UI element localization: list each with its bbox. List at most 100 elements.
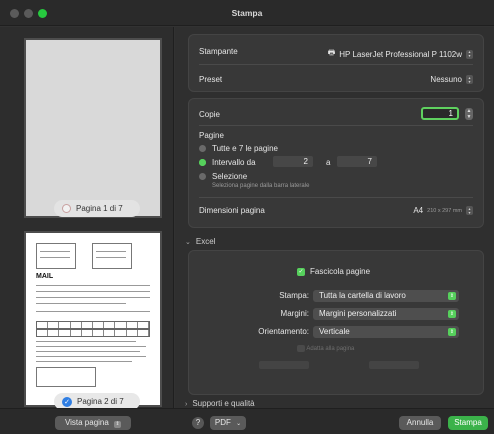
doc-notes-box (36, 367, 96, 387)
fit-height-field (369, 361, 419, 369)
page-view-button[interactable]: Vista pagina ⇕ (55, 416, 131, 430)
doc-form-box-right (92, 243, 132, 269)
help-button[interactable]: ? (192, 417, 204, 429)
range-from-input[interactable]: 2 (273, 156, 313, 167)
orientation-value: Verticale (319, 327, 350, 336)
pages-selection-label: Selezione (212, 172, 248, 181)
doc-line (36, 311, 150, 312)
pages-range-label: Intervallo da (212, 158, 256, 167)
pages-all-option[interactable]: Tutte e 7 le pagine (199, 144, 473, 153)
doc-line (40, 251, 70, 252)
doc-line (36, 346, 146, 347)
page-2-badge[interactable]: ✓ Pagina 2 di 7 (54, 393, 140, 408)
cancel-button[interactable]: Annulla (399, 416, 441, 430)
page-1-label: Pagina 1 di 7 (76, 204, 123, 213)
printer-icon: 🖶 (327, 48, 336, 57)
page-view-label: Vista pagina (64, 418, 109, 427)
doc-line (40, 257, 70, 258)
paper-size-detail: 210 x 297 mm (427, 207, 462, 214)
printer-select[interactable]: 🖶 HP LaserJet Professional P 1102w ▴ ▾ (328, 47, 473, 61)
fit-to-page-option: Adatta alla pagina (297, 345, 354, 352)
doc-line (36, 303, 126, 304)
chevron-updown-icon: ⇕ (448, 328, 456, 336)
chevron-updown-icon: ▴ ▾ (466, 75, 473, 84)
range-to-input[interactable]: 7 (337, 156, 377, 167)
printer-row[interactable]: Stampante 🖶 HP LaserJet Professional P 1… (199, 47, 473, 59)
collate-label: Fascicola pagine (310, 267, 371, 276)
range-to-label: a (326, 158, 331, 167)
doc-line (36, 351, 140, 352)
page-thumbnail-2[interactable]: MAIL (24, 231, 162, 407)
chevron-updown-icon: ▴ ▾ (466, 206, 473, 215)
chevron-updown-icon: ⇕ (114, 421, 122, 428)
preset-value: Nessuno (430, 75, 462, 84)
pages-all-radio[interactable] (199, 145, 206, 153)
printer-value: HP LaserJet Professional P 1102w (339, 49, 462, 59)
pages-label: Pagine (199, 131, 224, 140)
doc-line (36, 356, 146, 357)
doc-line (36, 297, 150, 298)
chevron-updown-icon: ⇕ (448, 310, 456, 318)
doc-line (36, 291, 150, 292)
doc-form-box-left (36, 243, 76, 269)
copies-label: Copie (199, 110, 220, 119)
title-bar: Stampa (0, 0, 494, 26)
chevron-down-icon: ⌄ (236, 421, 242, 427)
page-thumbnail-1[interactable] (24, 38, 162, 218)
pdf-label: PDF (214, 418, 231, 427)
fit-width-field (259, 361, 309, 369)
settings-panel: Stampante 🖶 HP LaserJet Professional P 1… (175, 27, 494, 408)
orientation-label: Orientamento: (258, 327, 309, 336)
pages-range-radio[interactable] (199, 159, 206, 167)
copies-stepper[interactable]: ▲ ▼ (465, 108, 473, 120)
preset-select[interactable]: Nessuno ▴ ▾ (430, 75, 473, 84)
quality-section-label: Supporti e qualità (192, 399, 255, 408)
excel-section-toggle[interactable]: ⌄ Excel (185, 237, 215, 246)
pages-selection-radio[interactable] (199, 173, 206, 181)
divider (199, 197, 473, 198)
pages-range-option[interactable]: Intervallo da 2 a 7 (199, 156, 473, 167)
print-scope-value: Tutta la cartella di lavoro (319, 291, 406, 300)
collate-option[interactable]: ✓ Fascicola pagine (297, 267, 370, 276)
paper-size-row[interactable]: Dimensioni pagina A4 210 x 297 mm ▴ ▾ (199, 206, 473, 215)
excel-options-group: ✓ Fascicola pagine Stampa: Tutta la carte… (188, 250, 484, 395)
page-1-badge[interactable]: Pagina 1 di 7 (54, 200, 140, 217)
doc-table (36, 321, 150, 329)
bottom-bar: Vista pagina ⇕ ? PDF ⌄ Annulla Stampa (0, 408, 494, 434)
print-button[interactable]: Stampa (448, 416, 488, 430)
paper-size-value: A4 (413, 206, 424, 215)
window-title: Stampa (231, 8, 263, 18)
checkmark-icon[interactable]: ✓ (62, 396, 72, 407)
pages-all-label: Tutte e 7 le pagine (212, 144, 278, 153)
preset-row[interactable]: Preset Nessuno ▴ ▾ (199, 75, 473, 84)
copies-input[interactable]: 1 (421, 107, 459, 120)
pdf-menu-button[interactable]: PDF ⌄ (210, 416, 246, 430)
chevron-updown-icon: ▴ ▾ (466, 49, 473, 59)
page-1-select-radio[interactable] (62, 204, 71, 213)
margins-select[interactable]: Margini personalizzati ⇕ (313, 308, 459, 320)
orientation-select[interactable]: Verticale ⇕ (313, 326, 459, 338)
doc-line (96, 257, 126, 258)
preview-sidebar[interactable]: Pagina 1 di 7 MAIL ✓ Pagina 2 di 7 (0, 27, 174, 408)
paper-size-select[interactable]: A4 210 x 297 mm ▴ ▾ (413, 206, 473, 215)
excel-section-label: Excel (195, 237, 216, 246)
collate-checkbox[interactable]: ✓ (297, 267, 305, 276)
printer-group: Stampante 🖶 HP LaserJet Professional P 1… (188, 34, 484, 92)
preset-label: Preset (199, 75, 223, 84)
pages-selection-option[interactable]: Selezione (199, 172, 473, 181)
margins-label: Margini: (280, 309, 309, 318)
fit-to-page-checkbox (297, 345, 305, 352)
fit-to-page-label: Adatta alla pagina (306, 346, 355, 353)
printer-label: Stampante (199, 47, 238, 56)
page-2-label: Pagina 2 di 7 (77, 397, 124, 406)
print-dialog: Stampa Pagina 1 di 7 MAIL ✓ Pagina 2 di … (0, 0, 494, 434)
doc-line (96, 251, 126, 252)
print-scope-select[interactable]: Tutta la cartella di lavoro ⇕ (313, 290, 459, 302)
margins-value: Margini personalizzati (319, 309, 397, 318)
paper-size-label: Dimensioni pagina (199, 206, 265, 215)
divider (199, 125, 473, 126)
doc-line (36, 285, 150, 286)
doc-line (36, 361, 132, 362)
quality-section-toggle[interactable]: › Supporti e qualità (185, 399, 255, 408)
chevron-down-icon: ⌄ (185, 239, 191, 246)
